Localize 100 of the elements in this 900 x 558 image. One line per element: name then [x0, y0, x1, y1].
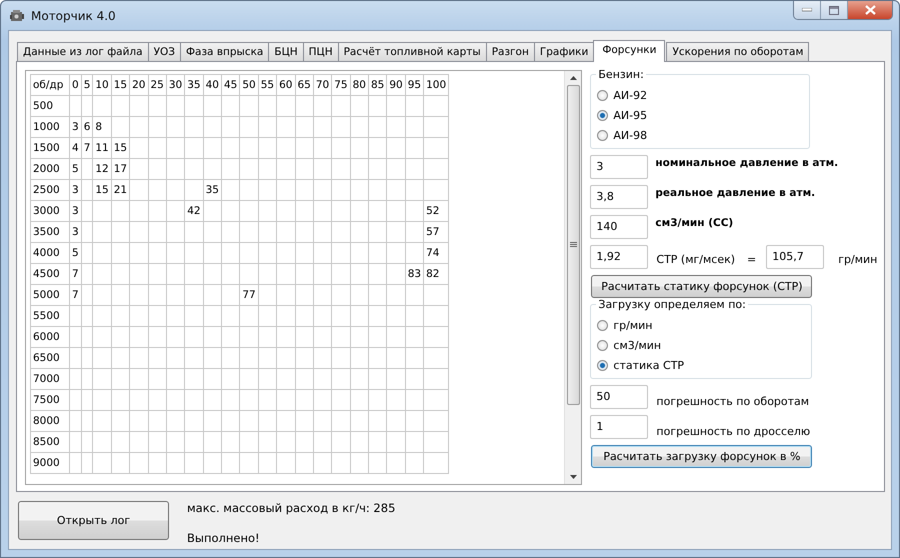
maximize-button[interactable]	[821, 1, 848, 19]
table-cell: 7	[70, 264, 82, 284]
tab[interactable]: УОЗ	[148, 42, 181, 61]
input-field[interactable]: 3,8	[590, 185, 648, 209]
radio-button[interactable]	[597, 130, 608, 140]
column-header: 65	[295, 74, 314, 96]
column-header: 55	[258, 74, 277, 96]
column-header: 95	[405, 74, 424, 96]
radio-option[interactable]: статика СТР	[597, 355, 684, 375]
table-cell: 21	[111, 180, 130, 200]
radio-option[interactable]: АИ-92	[597, 85, 648, 105]
tab[interactable]: ПЦН	[302, 42, 339, 61]
column-header: 45	[222, 74, 240, 96]
row-header: 9000	[30, 452, 70, 474]
input-field[interactable]: 50	[590, 385, 648, 409]
column-header: 0	[70, 74, 82, 96]
radio-button[interactable]	[597, 320, 608, 330]
column-header: 80	[350, 74, 368, 96]
table-cell: 83	[405, 264, 424, 284]
table-cell: 15	[92, 180, 112, 200]
field-label: номинальное давление в атм.	[655, 157, 838, 169]
tab[interactable]: Разгон	[486, 42, 535, 61]
radio-button[interactable]	[597, 360, 608, 370]
column-header: 90	[386, 74, 406, 96]
close-button[interactable]	[848, 1, 892, 19]
tab[interactable]: Графики	[534, 42, 594, 61]
calculate-static-button[interactable]: Расчитать статику форсунок (СТР)	[591, 275, 812, 298]
tab[interactable]: Ускорения по оборотам	[666, 42, 810, 61]
row-header: 2500	[30, 180, 70, 200]
field-label: погрешность по оборотам	[656, 395, 810, 408]
row-header: 500	[30, 96, 70, 116]
column-header: 25	[148, 74, 166, 96]
unit-label: гр/мин	[838, 252, 878, 266]
table-cell: 77	[240, 284, 258, 306]
column-header: 100	[424, 74, 449, 96]
tab[interactable]: Фаза впрыска	[180, 42, 270, 61]
table-cell: 12	[92, 158, 112, 180]
row-header: 3000	[30, 200, 70, 222]
table-cell: 3	[70, 200, 82, 222]
table-cell: 3	[70, 180, 82, 200]
table-cell: 15	[111, 138, 130, 158]
scroll-thumb[interactable]	[566, 85, 580, 405]
radio-button[interactable]	[597, 90, 608, 100]
column-header: 10	[92, 74, 112, 96]
table-cell: 5	[70, 242, 82, 264]
radio-button[interactable]	[597, 340, 608, 350]
tab[interactable]: Форсунки	[593, 40, 666, 62]
group-title: Бензин:	[596, 68, 646, 81]
scrollbar[interactable]	[564, 71, 582, 484]
row-header: 4000	[30, 242, 70, 264]
tab[interactable]: БЦН	[268, 42, 304, 61]
group-title: Загрузку определяем по:	[596, 298, 748, 311]
table-cell: 3	[70, 222, 82, 242]
table-cell: 7	[70, 284, 82, 306]
tab[interactable]: Данные из лог файла	[17, 42, 149, 61]
row-header: 1500	[30, 138, 70, 158]
radio-option[interactable]: АИ-98	[597, 125, 648, 145]
radio-option[interactable]: см3/мин	[597, 335, 662, 355]
column-header: 85	[368, 74, 387, 96]
radio-option[interactable]: гр/мин	[597, 315, 652, 335]
row-header: 8500	[30, 432, 70, 452]
column-header: 30	[166, 74, 185, 96]
table-cell: 42	[184, 200, 204, 222]
input-field[interactable]: 3	[590, 155, 648, 179]
table-header-cell: об/др	[30, 74, 70, 96]
table-cell: 8	[92, 116, 112, 138]
field-label: СТР (мг/мсек)	[656, 252, 736, 266]
table-cell: 57	[424, 222, 449, 242]
radio-button[interactable]	[597, 110, 608, 120]
input-field[interactable]: 1	[590, 415, 648, 439]
row-header: 1000	[30, 116, 70, 138]
column-header: 35	[184, 74, 204, 96]
row-header: 7500	[30, 390, 70, 410]
minimize-button[interactable]	[794, 1, 821, 19]
column-header: 60	[276, 74, 295, 96]
row-header: 3500	[30, 222, 70, 242]
column-header: 40	[203, 74, 222, 96]
result-field[interactable]: 105,7	[766, 245, 824, 269]
table-cell: 11	[92, 138, 112, 158]
input-field[interactable]: 140	[590, 215, 648, 239]
status-text: Выполнено!	[187, 531, 261, 545]
column-header: 75	[332, 74, 350, 96]
max-flow-text: макс. массовый расход в кг/ч: 285	[187, 501, 396, 515]
tab[interactable]: Расчёт топливной карты	[338, 42, 487, 61]
open-log-button[interactable]: Открыть лог	[18, 501, 169, 540]
table-cell: 4	[70, 138, 82, 158]
row-header: 6500	[30, 348, 70, 368]
radio-option[interactable]: АИ-95	[597, 105, 648, 125]
input-field[interactable]: 1,92	[590, 245, 648, 269]
table-cell: 74	[424, 242, 449, 264]
window-title: Моторчик 4.0	[31, 8, 116, 22]
row-header: 5000	[30, 284, 70, 306]
table-cell: 6	[81, 116, 93, 138]
engine-icon	[9, 8, 25, 24]
calculate-load-button[interactable]: Расчитать загрузку форсунок в %	[591, 445, 812, 468]
scroll-up-icon	[570, 76, 577, 80]
column-header: 15	[111, 74, 130, 96]
column-header: 20	[130, 74, 148, 96]
table-cell: 7	[81, 138, 93, 158]
row-header: 8000	[30, 410, 70, 432]
